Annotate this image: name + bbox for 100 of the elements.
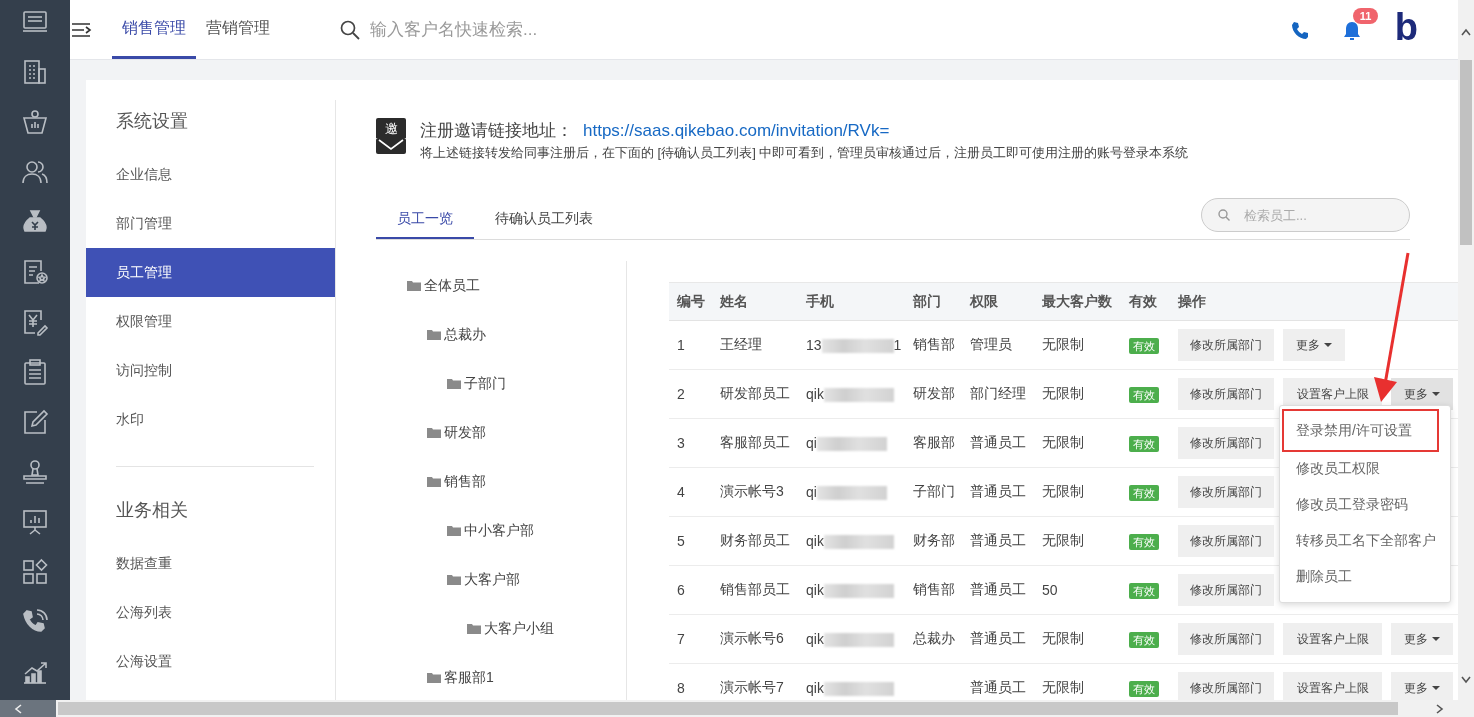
settings-nav-item[interactable]: 水印	[86, 395, 335, 444]
basket-icon[interactable]	[21, 108, 49, 136]
table-cell: 1	[677, 337, 685, 353]
search-icon[interactable]	[340, 19, 360, 40]
scroll-up-icon[interactable]	[1461, 28, 1471, 36]
status-badge: 有效	[1129, 533, 1159, 550]
building-icon[interactable]	[21, 58, 49, 86]
folder-icon	[447, 378, 461, 389]
table-cell: 3	[677, 435, 685, 451]
action-button[interactable]: 修改所属部门	[1178, 329, 1274, 361]
invitation-link[interactable]: https://saas.qikebao.com/invitation/RVk=	[583, 121, 890, 140]
tree-item[interactable]: 大客户小组	[484, 619, 554, 638]
presentation-chart-icon[interactable]	[21, 508, 49, 536]
tree-item[interactable]: 大客户部	[464, 570, 520, 589]
table-cell: 6	[677, 582, 685, 598]
action-button[interactable]: 修改所属部门	[1178, 623, 1274, 655]
people-icon[interactable]	[21, 158, 49, 186]
tree-item[interactable]: 子部门	[464, 374, 506, 393]
table-cell: 50	[1042, 582, 1058, 598]
more-dropdown[interactable]: 更多	[1391, 672, 1453, 700]
tree-item[interactable]: 研发部	[444, 423, 486, 442]
redaction-blur	[816, 486, 887, 501]
tab[interactable]: 员工一览	[376, 199, 474, 239]
nav-tab[interactable]: 销售管理	[112, 0, 196, 59]
table-cell: 财务部	[913, 532, 955, 548]
action-button[interactable]: 修改所属部门	[1178, 378, 1274, 410]
apps-icon[interactable]	[21, 558, 49, 586]
menu-item[interactable]: 删除员工	[1282, 558, 1439, 594]
tree-item[interactable]: 总裁办	[444, 325, 486, 344]
column-header: 手机	[798, 282, 905, 321]
table-cell: 销售部	[913, 336, 955, 352]
tab[interactable]: 待确认员工列表	[474, 199, 614, 239]
edit-icon[interactable]	[21, 408, 49, 436]
menu-item[interactable]: 登录禁用/许可设置	[1282, 409, 1439, 452]
folder-icon	[427, 476, 441, 487]
menu-item[interactable]: 修改员工登录密码	[1282, 486, 1439, 522]
settings-nav-item[interactable]: 访问控制	[86, 346, 335, 395]
table-cell: 4	[677, 484, 685, 500]
settings-nav-item[interactable]: 部门管理	[86, 199, 335, 248]
table-cell: 销售部员工	[720, 581, 790, 597]
logo[interactable]: b	[1394, 7, 1418, 46]
more-dropdown[interactable]: 更多	[1391, 623, 1453, 655]
redaction-blur	[823, 682, 894, 697]
yen-document-icon[interactable]	[21, 308, 49, 336]
phone-icon[interactable]	[1290, 20, 1309, 39]
action-button[interactable]: 修改所属部门	[1178, 672, 1274, 700]
action-button[interactable]: 修改所属部门	[1178, 525, 1274, 557]
tree-item[interactable]: 中小客户部	[464, 521, 534, 540]
menu-icon[interactable]	[72, 21, 92, 38]
folder-icon	[427, 427, 441, 438]
table-cell: 无限制	[1042, 630, 1084, 646]
tree-item[interactable]: 全体员工	[424, 276, 480, 295]
status-badge: 有效	[1129, 680, 1159, 697]
action-button[interactable]: 设置客户上限	[1283, 623, 1382, 655]
table-cell: 演示帐号3	[720, 483, 784, 499]
redaction-blur	[823, 388, 894, 403]
menu-item[interactable]: 转移员工名下全部客户	[1282, 522, 1439, 558]
scrollbar-thumb[interactable]	[58, 702, 1398, 715]
status-badge: 有效	[1129, 386, 1159, 403]
table-cell: 无限制	[1042, 385, 1084, 401]
settings-nav-item[interactable]: 企业信息	[86, 150, 335, 199]
redaction-blur	[823, 535, 894, 550]
table-cell: 普通员工	[970, 483, 1026, 499]
table-cell: 客服部员工	[720, 434, 790, 450]
clipboard-icon[interactable]	[21, 358, 49, 386]
table-cell: 普通员工	[970, 434, 1026, 450]
settings-nav-item[interactable]: 员工管理	[86, 248, 335, 297]
action-button[interactable]: 修改所属部门	[1178, 574, 1274, 606]
action-button[interactable]: 设置客户上限	[1283, 672, 1382, 700]
more-dropdown[interactable]: 更多	[1283, 329, 1345, 361]
nav-tab[interactable]: 营销管理	[196, 0, 280, 59]
scroll-right-icon[interactable]	[1436, 703, 1444, 714]
scrollbar-thumb[interactable]	[1460, 60, 1472, 245]
settings-nav-item[interactable]: 公海设置	[86, 637, 335, 686]
document-star-icon[interactable]	[21, 258, 49, 286]
tree-item[interactable]: 销售部	[444, 472, 486, 491]
phone-text: qi	[806, 483, 817, 500]
redaction-blur	[823, 584, 894, 599]
settings-nav-item[interactable]: 权限管理	[86, 297, 335, 346]
table-cell: 演示帐号6	[720, 630, 784, 646]
search-field[interactable]: 检索员工...	[1201, 198, 1410, 232]
folder-icon	[407, 280, 421, 291]
stamp-icon[interactable]	[21, 458, 49, 486]
scroll-down-icon[interactable]	[1461, 676, 1471, 684]
settings-nav-item[interactable]: 公海列表	[86, 588, 335, 637]
tree-item[interactable]: 客服部1	[444, 668, 494, 687]
settings-nav-item[interactable]: 数据查重	[86, 539, 335, 588]
table-cell: 2	[677, 386, 685, 402]
table-cell: 5	[677, 533, 685, 549]
status-badge: 有效	[1129, 484, 1159, 501]
action-button[interactable]: 修改所属部门	[1178, 476, 1274, 508]
table-cell: 无限制	[1042, 483, 1084, 499]
bell-icon[interactable]	[1342, 19, 1361, 40]
column-header: 操作	[1170, 282, 1458, 321]
table-cell: 总裁办	[913, 630, 955, 646]
action-button[interactable]: 修改所属部门	[1178, 427, 1274, 459]
menu-item[interactable]: 修改员工权限	[1282, 450, 1439, 486]
scroll-left-icon[interactable]	[14, 703, 22, 714]
phone-text: qik	[806, 385, 824, 402]
column-header: 姓名	[712, 282, 798, 321]
